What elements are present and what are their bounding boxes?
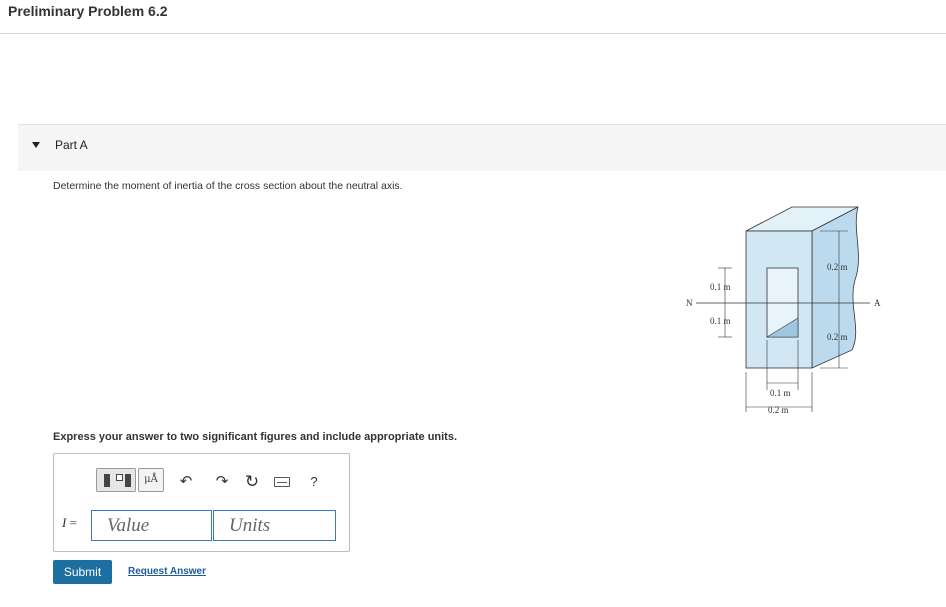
dim-right-top: 0.2 m <box>827 262 848 272</box>
axis-label-n: N <box>686 298 693 308</box>
dim-bottom-outer: 0.2 m <box>768 405 789 415</box>
help-button[interactable]: ? <box>304 472 324 492</box>
instruction-text: Express your answer to two significant f… <box>53 431 458 443</box>
question-text: Determine the moment of inertia of the c… <box>53 180 403 192</box>
templates-button[interactable] <box>96 468 136 492</box>
cross-section-figure: N A 0.1 m 0.1 m 0.2 m 0.2 m 0.1 m 0.2 m <box>672 200 946 420</box>
value-input[interactable]: Value <box>91 510 212 541</box>
units-input[interactable]: Units <box>213 510 336 541</box>
page-title: Preliminary Problem 6.2 <box>8 3 168 19</box>
redo-icon[interactable]: ↷ <box>212 472 232 492</box>
dim-right-bottom: 0.2 m <box>827 332 848 342</box>
axis-label-a: A <box>874 298 881 308</box>
title-divider <box>0 33 946 34</box>
dim-bottom-inner: 0.1 m <box>770 388 791 398</box>
cross-section-diagram: N A 0.1 m 0.1 m 0.2 m 0.2 m 0.1 m 0.2 m <box>686 206 881 415</box>
units-symbol-button[interactable]: μÅ <box>138 468 164 492</box>
dim-left-top: 0.1 m <box>710 282 731 292</box>
answer-box: μÅ ↶ ↷ ↻ ? I = Value Units <box>53 453 350 552</box>
answer-toolbar: μÅ ↶ ↷ ↻ ? <box>54 454 349 509</box>
undo-icon[interactable]: ↶ <box>176 472 196 492</box>
collapse-caret-icon[interactable] <box>32 142 40 148</box>
templates-icon <box>104 474 110 487</box>
request-answer-link[interactable]: Request Answer <box>128 566 206 577</box>
part-a-header[interactable]: Part A <box>18 124 946 171</box>
answer-equals: = <box>66 515 77 530</box>
reset-icon[interactable]: ↻ <box>242 472 262 492</box>
part-label: Part A <box>55 138 88 152</box>
answer-label: I = <box>62 515 77 531</box>
keyboard-icon[interactable] <box>274 477 290 487</box>
submit-button[interactable]: Submit <box>53 560 112 584</box>
dim-left-bottom: 0.1 m <box>710 316 731 326</box>
